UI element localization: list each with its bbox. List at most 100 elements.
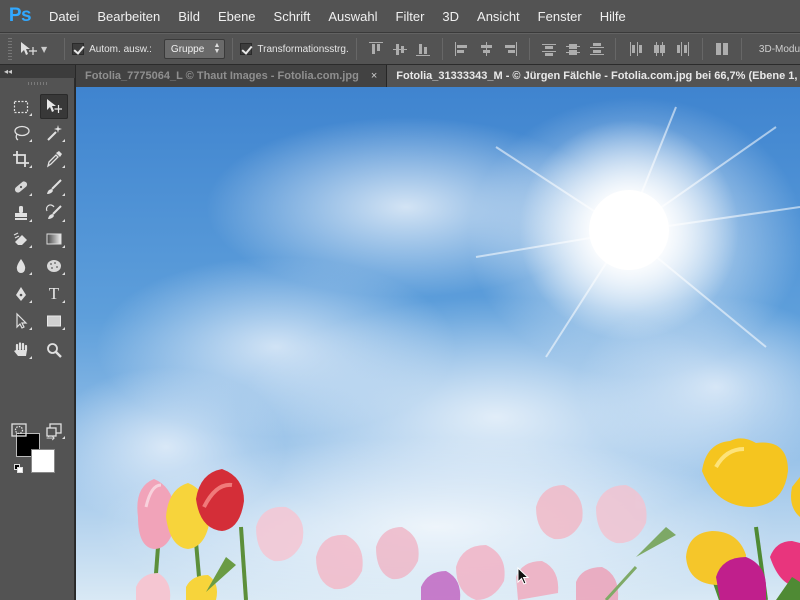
collapse-panel-button[interactable]: ◂◂ [0, 65, 75, 78]
auto-select-dropdown[interactable]: Gruppe ▲ ▼ [163, 39, 226, 59]
photoshop-logo: Ps [8, 5, 32, 26]
path-selection-tool[interactable] [7, 308, 35, 333]
magic-wand-icon [47, 124, 62, 141]
divider [442, 38, 444, 60]
document-area: Fotolia_7775064_L © Thaut Images - Fotol… [76, 65, 800, 600]
brush-tool[interactable] [40, 174, 68, 199]
lasso-tool[interactable] [7, 120, 35, 145]
chevron-down-icon: ▼ [40, 44, 48, 54]
blur-tool[interactable] [7, 253, 35, 278]
document-tab-title: Fotolia_7775064_L © Thaut Images - Fotol… [85, 70, 359, 82]
auto-align-layers-icon[interactable] [715, 42, 729, 56]
gradient-icon [46, 233, 62, 244]
brush-icon [47, 178, 62, 194]
align-right-icon[interactable] [503, 42, 518, 56]
tools-panel: ◂◂ T ⇆ [0, 65, 75, 600]
screen-mode-button[interactable] [40, 417, 68, 442]
history-brush-icon [45, 203, 62, 219]
lasso-icon [14, 125, 30, 141]
type-tool[interactable]: T [40, 281, 68, 306]
menu-auswahl[interactable]: Auswahl [319, 0, 386, 33]
document-canvas[interactable] [76, 87, 800, 600]
menu-fenster[interactable]: Fenster [529, 0, 591, 33]
mouse-cursor-icon [517, 567, 530, 585]
divider [355, 38, 357, 60]
move-tool-icon [20, 42, 37, 55]
menu-datei[interactable]: Datei [40, 0, 88, 33]
rectangle-shape-icon [47, 315, 61, 326]
distribute-left-icon[interactable] [628, 42, 643, 56]
clone-stamp-tool[interactable] [7, 200, 35, 225]
menu-ebene[interactable]: Ebene [209, 0, 265, 33]
pen-nib-icon [16, 286, 26, 301]
crop-tool[interactable] [7, 146, 35, 171]
checkbox-checked-icon [240, 43, 253, 55]
menu-ansicht[interactable]: Ansicht [468, 0, 529, 33]
auto-select-checkbox[interactable]: Autom. ausw.: [72, 43, 152, 55]
document-tab-1[interactable]: Fotolia_7775064_L © Thaut Images - Fotol… [76, 65, 388, 87]
canvas-image [76, 106, 800, 600]
align-left-icon[interactable] [455, 42, 469, 56]
marquee-icon [13, 100, 29, 113]
healing-brush-tool[interactable] [7, 174, 35, 199]
eyedropper-tool[interactable] [40, 146, 68, 171]
crop-icon [13, 150, 29, 167]
bandage-icon [14, 180, 28, 193]
eyedropper-icon [46, 150, 62, 167]
eraser-icon [13, 231, 27, 245]
move-tool[interactable] [40, 94, 68, 119]
type-icon: T [48, 283, 60, 303]
distribute-right-icon[interactable] [676, 42, 690, 56]
align-bottom-icon[interactable] [416, 42, 431, 56]
options-bar-grip[interactable] [8, 38, 12, 60]
rectangle-tool[interactable] [40, 308, 68, 333]
menu-hilfe[interactable]: Hilfe [591, 0, 635, 33]
default-colors-icon[interactable] [14, 464, 23, 473]
align-hcenter-icon[interactable] [479, 42, 493, 56]
panel-grip[interactable] [28, 82, 48, 85]
menu-filter[interactable]: Filter [387, 0, 434, 33]
quick-mask-icon [11, 422, 27, 437]
options-bar: ▼ Autom. ausw.: Gruppe ▲ ▼ Transformation… [0, 33, 800, 65]
divider [232, 38, 234, 60]
sponge-icon [47, 259, 61, 272]
gradient-tool[interactable] [40, 226, 68, 251]
document-tab-2[interactable]: Fotolia_31333343_M - © Jürgen Fälchle - … [387, 65, 800, 87]
menu-bar: Ps Datei Bearbeiten Bild Ebene Schrift A… [0, 0, 800, 33]
transform-controls-label: Transformationsstrg. [257, 43, 349, 55]
hand-icon [14, 341, 28, 356]
align-top-icon[interactable] [368, 42, 383, 56]
pen-tool[interactable] [7, 281, 35, 306]
menu-bild[interactable]: Bild [169, 0, 209, 33]
close-icon[interactable]: × [371, 70, 377, 82]
transform-controls-checkbox[interactable]: Transformationsstrg. [240, 43, 349, 55]
background-color-swatch[interactable] [31, 449, 55, 473]
distribute-vcenter-icon[interactable] [565, 42, 580, 56]
updown-arrow-icon: ▲ ▼ [213, 42, 221, 55]
distribute-hcenter-icon[interactable] [652, 42, 666, 56]
menu-3d[interactable]: 3D [433, 0, 468, 33]
divider [740, 38, 742, 60]
3d-mode-label: 3D-Modu [758, 43, 800, 55]
document-tab-title: Fotolia_31333343_M - © Jürgen Fälchle - … [396, 70, 800, 82]
move-icon [47, 98, 62, 113]
divider [64, 38, 66, 60]
magic-wand-tool[interactable] [40, 120, 68, 145]
eraser-tool[interactable] [7, 226, 35, 251]
menu-bearbeiten[interactable]: Bearbeiten [88, 0, 169, 33]
checkbox-checked-icon [72, 43, 85, 55]
water-drop-icon [16, 258, 26, 273]
photoshop-window: Ps Datei Bearbeiten Bild Ebene Schrift A… [0, 0, 800, 600]
menu-schrift[interactable]: Schrift [265, 0, 320, 33]
align-vcenter-icon[interactable] [392, 42, 407, 56]
sponge-tool[interactable] [40, 253, 68, 278]
distribute-bottom-icon[interactable] [589, 42, 604, 56]
tool-preset-picker[interactable]: ▼ [18, 41, 47, 57]
rectangular-marquee-tool[interactable] [7, 94, 35, 119]
hand-tool[interactable] [7, 337, 35, 362]
auto-select-value: Gruppe [170, 43, 205, 55]
zoom-tool[interactable] [40, 337, 68, 362]
distribute-top-icon[interactable] [541, 42, 556, 56]
quick-mask-button[interactable] [7, 417, 31, 442]
history-brush-tool[interactable] [40, 200, 68, 225]
